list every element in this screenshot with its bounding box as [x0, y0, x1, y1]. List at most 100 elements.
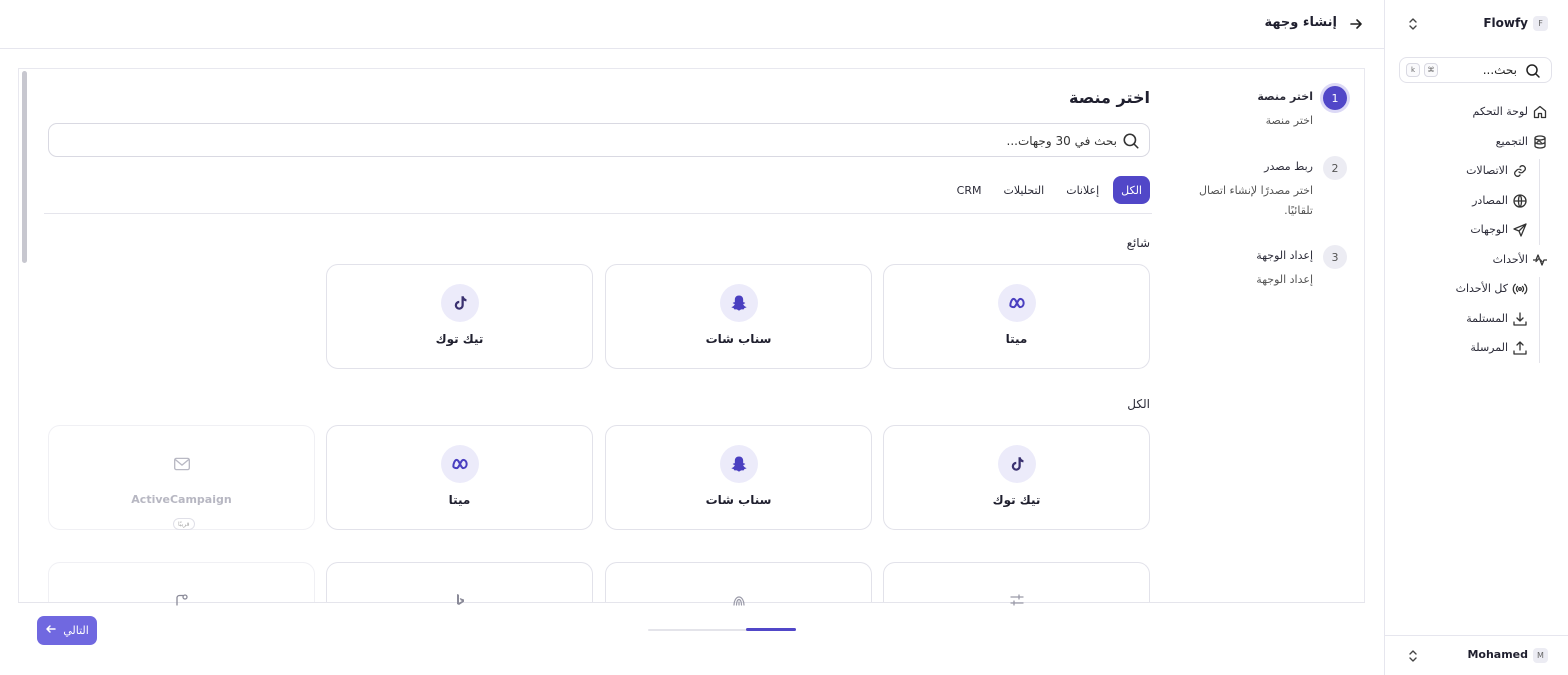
- coming-soon-badge: قريبًا: [173, 518, 195, 530]
- page-title: إنشاء وجهة: [1264, 15, 1337, 30]
- kbd-k: k: [1406, 63, 1420, 77]
- sidebar-item-received[interactable]: المستلمة: [1385, 305, 1568, 335]
- footer-divider: [18, 602, 1365, 603]
- platform-name: تيك توك: [992, 493, 1041, 507]
- arrow-right-icon[interactable]: [1348, 16, 1364, 32]
- step-number: 3: [1323, 245, 1347, 269]
- destination-search: [48, 123, 1150, 157]
- sidebar: F Flowfy بحث... ⌘ k لوحة التحكم التجميع …: [1384, 0, 1568, 675]
- step-description: اختر منصة: [1265, 114, 1313, 127]
- sidebar-item-label: الوجهات: [1470, 223, 1508, 236]
- step-description: اختر مصدرًا لإنشاء اتصال تلقائيًا.: [1199, 184, 1313, 217]
- sidebar-item-sources[interactable]: المصادر: [1385, 187, 1568, 217]
- route-icon: [175, 591, 189, 610]
- tab-ads[interactable]: إعلانات: [1058, 176, 1107, 204]
- step-number: 2: [1323, 156, 1347, 180]
- sidebar-nav: لوحة التحكم التجميع الاتصالات المصادر ال…: [1385, 98, 1568, 364]
- download-icon: [1512, 311, 1528, 327]
- sidebar-search-label: بحث...: [1482, 63, 1517, 77]
- send-icon: [1512, 222, 1528, 238]
- chevrons-up-down-icon: [1405, 16, 1421, 32]
- step-title: اختر منصة: [1257, 90, 1313, 103]
- tabs-divider: [44, 213, 1152, 214]
- app-root: إنشاء وجهة F Flowfy بحث... ⌘ k لوحة التح…: [0, 0, 1568, 675]
- tiktok-icon: [998, 445, 1036, 483]
- platform-card-meta[interactable]: ميتا: [326, 425, 593, 530]
- sidebar-item-label: الأحداث: [1492, 252, 1528, 266]
- arrow-left-icon: [45, 623, 57, 638]
- platform-card-partial[interactable]: [605, 562, 872, 606]
- section-heading: اختر منصة: [1069, 88, 1150, 107]
- meta-icon: [998, 284, 1036, 322]
- aggregation-subnav: الاتصالات المصادر الوجهات: [1385, 157, 1568, 246]
- sidebar-item-connections[interactable]: الاتصالات: [1385, 157, 1568, 187]
- destination-search-input[interactable]: [217, 131, 1117, 151]
- step-description: إعداد الوجهة: [1256, 273, 1313, 286]
- home-icon: [1532, 104, 1548, 120]
- platform-name: سناب شات: [705, 493, 772, 507]
- platform-name: تيك توك: [435, 332, 484, 346]
- platform-name: ميتا: [1005, 332, 1028, 346]
- sidebar-item-destinations[interactable]: الوجهات: [1385, 216, 1568, 246]
- sidebar-item-events[interactable]: الأحداث: [1385, 246, 1568, 276]
- search-icon: [1122, 132, 1140, 150]
- scrollbar-thumb[interactable]: [22, 71, 27, 263]
- link-icon: [1512, 163, 1528, 179]
- tab-crm[interactable]: CRM: [949, 176, 990, 204]
- step-title: إعداد الوجهة: [1256, 249, 1313, 262]
- platform-card-tiktok[interactable]: تيك توك: [326, 264, 593, 369]
- tab-analytics[interactable]: التحليلات: [996, 176, 1053, 204]
- platform-card-tiktok[interactable]: تيك توك: [883, 425, 1150, 530]
- sidebar-search[interactable]: بحث... ⌘ k: [1399, 57, 1552, 83]
- platform-card-snapchat[interactable]: سناب شات: [605, 425, 872, 530]
- platform-name: ميتا: [448, 493, 471, 507]
- meta-icon: [441, 445, 479, 483]
- upload-icon: [1512, 340, 1528, 356]
- bing-icon: [454, 591, 466, 610]
- chevrons-up-down-icon: [1405, 648, 1421, 664]
- platform-name: ActiveCampaign: [131, 493, 232, 506]
- wizard-progress-fill: [746, 628, 796, 631]
- sidebar-item-label: المصادر: [1472, 193, 1508, 207]
- sidebar-item-all-events[interactable]: كل الأحداث: [1385, 275, 1568, 305]
- sidebar-item-sent[interactable]: المرسلة: [1385, 334, 1568, 364]
- sidebar-item-label: كل الأحداث: [1455, 282, 1508, 295]
- next-button[interactable]: التالي: [37, 616, 97, 645]
- events-subnav: كل الأحداث المستلمة المرسلة: [1385, 275, 1568, 364]
- sidebar-item-dashboard[interactable]: لوحة التحكم: [1385, 98, 1568, 128]
- user-switcher[interactable]: M Mohamed: [1385, 635, 1568, 675]
- platform-card-snapchat[interactable]: سناب شات: [605, 264, 872, 369]
- next-button-label: التالي: [63, 624, 89, 637]
- user-name: Mohamed: [1467, 648, 1528, 661]
- platform-card-activecampaign: ActiveCampaign قريبًا: [48, 425, 315, 530]
- platform-card-partial: [48, 562, 315, 606]
- workspace-badge: F: [1533, 16, 1548, 31]
- broadcast-icon: [1512, 281, 1528, 297]
- step-2[interactable]: 2 ربط مصدر اختر مصدرًا لإنشاء اتصال تلقا…: [1187, 156, 1347, 222]
- step-1[interactable]: 1 اختر منصة اختر منصة: [1187, 86, 1347, 130]
- kbd-cmd: ⌘: [1424, 63, 1438, 77]
- chevron-up-icon[interactable]: [1533, 136, 1545, 148]
- platform-card-meta[interactable]: ميتا: [883, 264, 1150, 369]
- snapchat-icon: [720, 445, 758, 483]
- all-heading: الكل: [1127, 397, 1150, 411]
- fingerprint-icon: [731, 591, 747, 610]
- platform-card-partial[interactable]: [326, 562, 593, 605]
- sidebar-item-label: التجميع: [1495, 134, 1528, 148]
- workspace-switcher[interactable]: F Flowfy: [1385, 0, 1568, 48]
- step-title: ربط مصدر: [1264, 160, 1313, 173]
- category-tabs: الكل إعلانات التحليلات CRM: [949, 176, 1150, 204]
- platform-card-partial[interactable]: [883, 562, 1150, 606]
- globe-icon: [1512, 193, 1528, 209]
- step-3[interactable]: 3 إعداد الوجهة إعداد الوجهة: [1187, 245, 1347, 289]
- search-icon: [1525, 63, 1541, 79]
- sidebar-item-aggregation[interactable]: التجميع: [1385, 128, 1568, 158]
- page-header: إنشاء وجهة: [0, 0, 1384, 49]
- tiktok-icon: [441, 284, 479, 322]
- avatar: M: [1533, 648, 1548, 663]
- chevron-up-icon[interactable]: [1533, 254, 1545, 266]
- sliders-icon: [1009, 591, 1025, 610]
- tab-all[interactable]: الكل: [1113, 176, 1150, 204]
- mail-icon: [163, 445, 201, 483]
- snapchat-icon: [720, 284, 758, 322]
